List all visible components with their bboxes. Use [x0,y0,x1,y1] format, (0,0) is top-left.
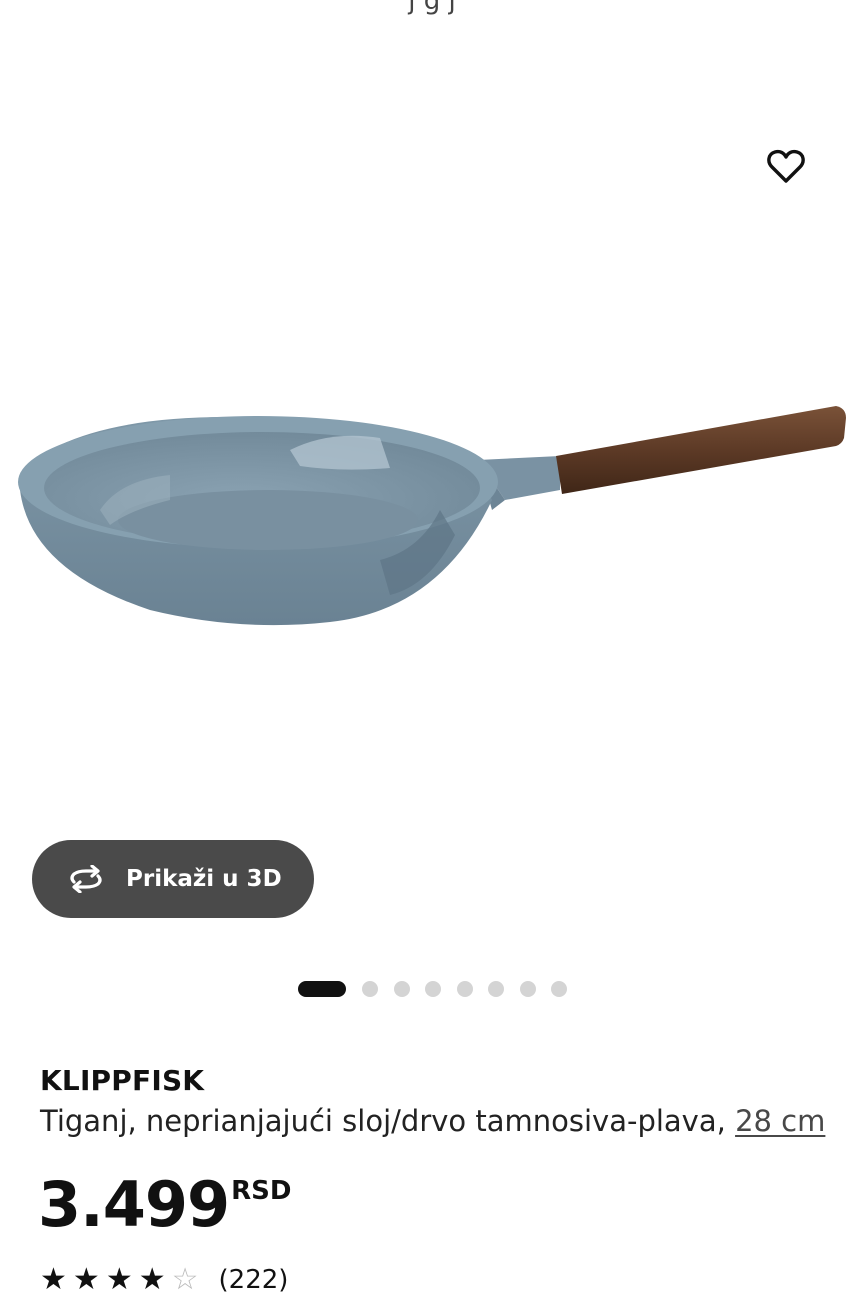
rating-count: (222) [218,1265,289,1295]
gallery-dot-2[interactable] [362,981,378,997]
star-icon: ★ [105,1262,133,1297]
gallery-dot-8[interactable] [551,981,567,997]
product-name: KLIPPFISK [40,1064,205,1097]
view-in-3d-label: Prikaži u 3D [126,866,282,892]
product-price: 3.499 RSD [38,1170,291,1240]
star-icon: ★ [72,1262,100,1297]
star-empty-icon: ☆ [171,1262,199,1297]
gallery-dot-5[interactable] [456,981,473,997]
gallery-pagination [298,981,583,997]
star-icon: ★ [138,1262,166,1297]
product-image-gallery[interactable]: Prikaži u 3D [0,30,864,997]
product-description: Tiganj, neprianjajući sloj/drvo tamnosiv… [40,1104,825,1138]
gallery-dot-3[interactable] [393,981,410,997]
price-currency: RSD [231,1176,292,1206]
size-link[interactable]: 28 cm [735,1104,825,1138]
star-icon: ★ [40,1262,67,1297]
product-rating[interactable]: ★ ★ ★ ★ ☆ (222) [40,1262,288,1298]
gallery-dot-4[interactable] [425,981,441,997]
rotate-3d-icon [70,865,102,893]
frying-pan-image [18,406,846,626]
previous-section-text: j g j [408,0,456,16]
view-in-3d-button[interactable]: Prikaži u 3D [32,840,314,918]
gallery-dot-6[interactable] [488,981,504,997]
gallery-dot-1[interactable] [298,981,346,997]
favorite-button[interactable] [758,138,814,194]
heart-outline-icon [767,149,805,183]
product-description-text: Tiganj, neprianjajući sloj/drvo tamnosiv… [40,1104,736,1138]
price-value: 3.499 [38,1168,230,1241]
gallery-dot-7[interactable] [519,981,536,997]
